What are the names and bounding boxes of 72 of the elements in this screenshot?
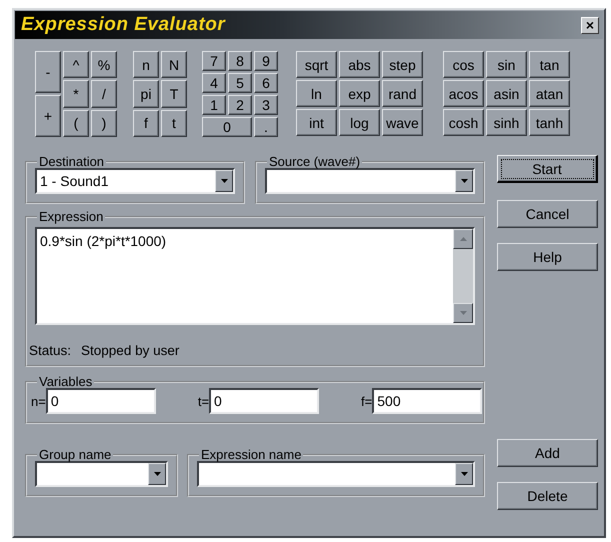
- variable-label: f=: [361, 392, 372, 410]
- keypad-button[interactable]: (: [63, 110, 89, 137]
- group-label: Group name: [38, 448, 112, 462]
- status-text: Stopped by user: [81, 342, 180, 360]
- expression-field[interactable]: 0.9*sin (2*pi*t*1000): [35, 227, 475, 325]
- dialog-button[interactable]: Add: [497, 439, 598, 467]
- keypad-button[interactable]: N: [161, 51, 187, 78]
- keypad-button[interactable]: exp: [339, 80, 380, 107]
- keypad-button[interactable]: ): [91, 110, 117, 137]
- keypad-button[interactable]: asin: [486, 80, 527, 107]
- keypad-button[interactable]: t: [161, 110, 187, 137]
- keypad-button[interactable]: log: [339, 109, 380, 136]
- keypad-button[interactable]: 8: [228, 51, 252, 71]
- keypad-button[interactable]: -: [35, 51, 61, 93]
- keypad-button[interactable]: wave: [382, 109, 423, 136]
- variable-field[interactable]: 0: [209, 388, 320, 414]
- keypad-button[interactable]: cosh: [443, 109, 484, 136]
- window-title: Expression Evaluator: [21, 12, 226, 37]
- keypad-button[interactable]: tanh: [529, 109, 570, 136]
- dialog-button[interactable]: Help: [497, 243, 598, 271]
- keypad-button[interactable]: cos: [443, 51, 484, 78]
- keypad-button[interactable]: 5: [228, 73, 252, 93]
- keypad-button[interactable]: step: [382, 51, 423, 78]
- keypad-button[interactable]: sqrt: [296, 51, 337, 78]
- variable-label: t=: [198, 392, 210, 410]
- keypad-button[interactable]: ^: [63, 51, 89, 78]
- expression-name-dropdown[interactable]: [197, 461, 475, 488]
- keypad-button[interactable]: sinh: [486, 109, 527, 136]
- keypad-button[interactable]: atan: [529, 80, 570, 107]
- keypad-button[interactable]: sin: [486, 51, 527, 78]
- variable-field[interactable]: 0: [46, 388, 156, 414]
- destination-dropdown[interactable]: 1 - Sound1: [35, 168, 235, 194]
- keypad-button[interactable]: int: [296, 109, 337, 136]
- keypad-button[interactable]: T: [161, 80, 187, 108]
- keypad-button[interactable]: %: [91, 51, 117, 78]
- dialog-button[interactable]: Start: [497, 155, 598, 183]
- keypad-button[interactable]: rand: [382, 80, 423, 107]
- scroll-down-icon[interactable]: [453, 303, 473, 323]
- keypad-button[interactable]: .: [254, 117, 278, 137]
- keypad-button[interactable]: 7: [202, 51, 226, 71]
- keypad-button[interactable]: 3: [254, 95, 278, 115]
- keypad-button[interactable]: abs: [339, 51, 380, 78]
- scroll-up-icon[interactable]: [453, 229, 473, 249]
- keypad-button[interactable]: *: [63, 80, 89, 108]
- group-name-dropdown[interactable]: [35, 461, 168, 488]
- keypad-button[interactable]: tan: [529, 51, 570, 78]
- keypad-button[interactable]: ln: [296, 80, 337, 107]
- group-label: Variables: [38, 375, 94, 388]
- keypad-button[interactable]: /: [91, 80, 117, 108]
- keypad-button[interactable]: n: [133, 51, 159, 78]
- close-button[interactable]: ×: [581, 16, 599, 34]
- scrollbar[interactable]: [453, 229, 473, 323]
- keypad-button[interactable]: 9: [254, 51, 278, 71]
- keypad-button[interactable]: 6: [254, 73, 278, 93]
- keypad-button[interactable]: f: [133, 110, 159, 137]
- keypad-button[interactable]: +: [35, 95, 61, 137]
- keypad-button[interactable]: 1: [202, 95, 226, 115]
- status-label: Status:: [29, 342, 72, 360]
- source-dropdown[interactable]: [265, 168, 475, 194]
- group-label: Source (wave#): [268, 155, 362, 168]
- dialog-button[interactable]: Cancel: [497, 200, 598, 228]
- group-label: Expression name: [200, 448, 302, 462]
- variable-label: n=: [31, 392, 46, 410]
- keypad-button[interactable]: 4: [202, 73, 226, 93]
- variable-field[interactable]: 500: [372, 388, 482, 414]
- group-label: Expression: [38, 210, 104, 223]
- group-label: Destination: [38, 155, 106, 168]
- keypad-button[interactable]: 0: [202, 117, 252, 137]
- keypad-button[interactable]: pi: [133, 80, 159, 108]
- dialog-button[interactable]: Delete: [497, 482, 598, 510]
- keypad-button[interactable]: acos: [443, 80, 484, 107]
- keypad-button[interactable]: 2: [228, 95, 252, 115]
